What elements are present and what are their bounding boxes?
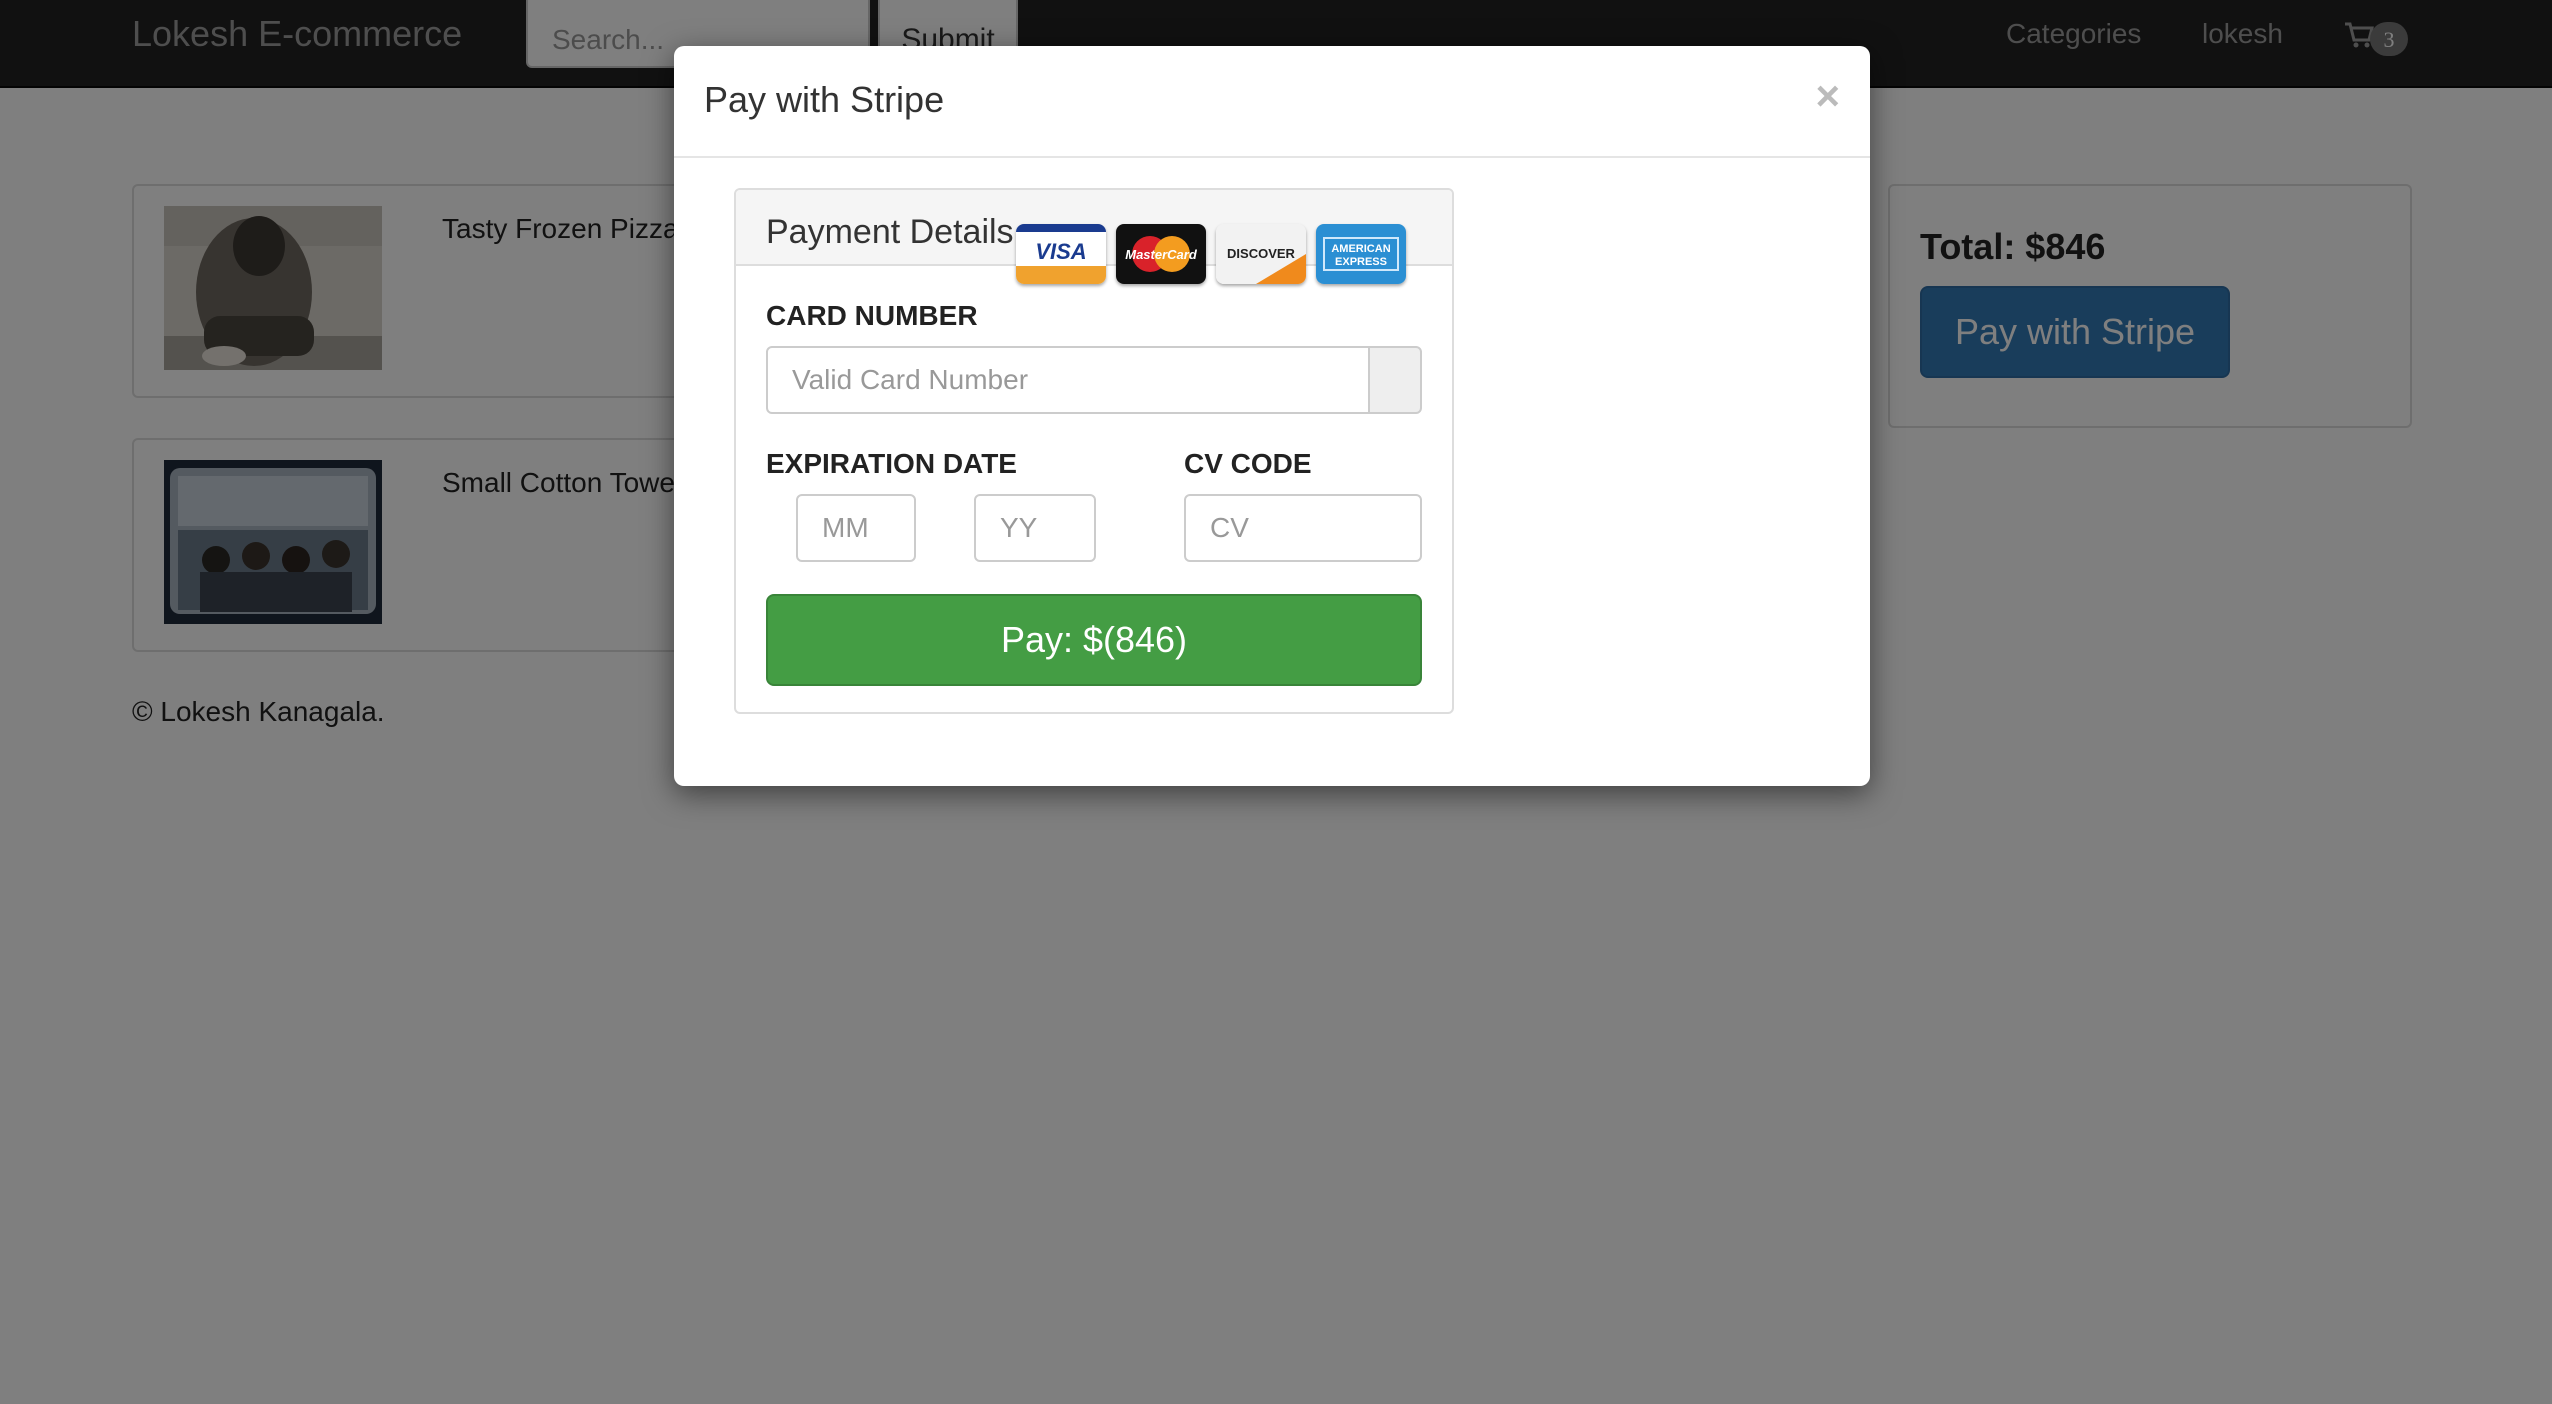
pay-button[interactable]: Pay: $(846) <box>766 594 1422 686</box>
card-number-input[interactable] <box>766 346 1370 414</box>
stripe-payment-modal: Pay with Stripe × Payment Details VISA M… <box>674 46 1870 786</box>
expiry-year-input[interactable] <box>974 494 1096 562</box>
close-icon[interactable]: × <box>1815 74 1840 118</box>
svg-text:MasterCard: MasterCard <box>1125 247 1198 262</box>
visa-logo-icon: VISA <box>1016 224 1106 284</box>
cv-code-label: CV CODE <box>1184 448 1312 479</box>
panel-title: Payment Details <box>766 213 1014 251</box>
svg-text:EXPRESS: EXPRESS <box>1335 256 1387 268</box>
discover-logo-icon: DISCOVER <box>1216 224 1306 284</box>
modal-header: Pay with Stripe × <box>674 46 1870 158</box>
payment-details-panel: Payment Details VISA MasterCard DISCOVER… <box>734 188 1454 714</box>
svg-text:DISCOVER: DISCOVER <box>1227 246 1296 261</box>
modal-title: Pay with Stripe <box>704 79 945 120</box>
svg-text:AMERICAN: AMERICAN <box>1331 243 1390 255</box>
expiry-month-input[interactable] <box>796 494 916 562</box>
card-type-addon <box>1368 346 1422 414</box>
svg-text:VISA: VISA <box>1035 239 1086 264</box>
expiration-date-label: EXPIRATION DATE <box>766 448 1017 479</box>
card-number-label: CARD NUMBER <box>766 300 978 331</box>
amex-logo-icon: AMERICAN EXPRESS <box>1316 224 1406 284</box>
cv-code-input[interactable] <box>1184 494 1422 562</box>
mastercard-logo-icon: MasterCard <box>1116 224 1206 284</box>
